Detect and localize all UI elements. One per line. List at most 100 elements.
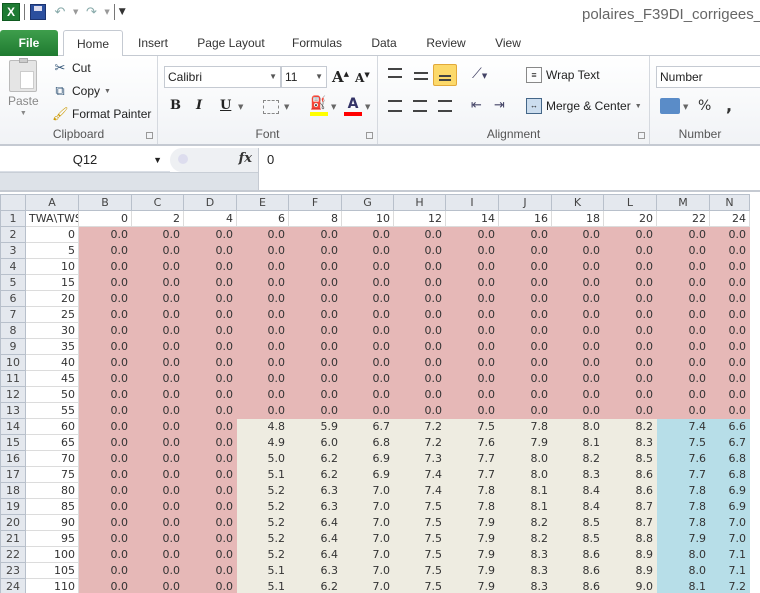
cell[interactable]: 8.5 <box>551 514 604 531</box>
cell[interactable]: 0.0 <box>393 274 446 291</box>
cell[interactable]: 7.9 <box>498 434 552 451</box>
cell[interactable]: 4.9 <box>236 434 289 451</box>
cell[interactable]: 5.2 <box>236 514 289 531</box>
cell[interactable]: 0.0 <box>183 338 237 355</box>
cell[interactable]: 0.0 <box>709 386 750 403</box>
cell[interactable]: 6 <box>236 210 289 227</box>
cell[interactable]: 14 <box>445 210 499 227</box>
cell[interactable]: 8.3 <box>498 562 552 579</box>
row-header[interactable]: 10 <box>0 354 26 371</box>
cell[interactable]: 4.8 <box>236 418 289 435</box>
cell[interactable]: 30 <box>25 322 79 339</box>
tab-view[interactable]: View <box>486 30 530 56</box>
cell[interactable]: 0.0 <box>131 562 184 579</box>
format-painter-button[interactable]: 🖌 Format Painter <box>52 106 151 122</box>
copy-button[interactable]: ⧉ Copy ▼ <box>52 83 111 99</box>
cell[interactable]: 0.0 <box>393 306 446 323</box>
cell[interactable]: 8.0 <box>656 562 710 579</box>
formula-input[interactable]: 0 <box>258 148 760 190</box>
cell[interactable]: 6.7 <box>709 434 750 451</box>
cell[interactable]: 0.0 <box>341 242 394 259</box>
cell[interactable]: 7.1 <box>709 562 750 579</box>
cell[interactable]: TWA\TWS <box>25 210 79 227</box>
cell[interactable]: 0.0 <box>288 226 342 243</box>
cell[interactable]: 0.0 <box>341 258 394 275</box>
percent-style-button[interactable]: % <box>698 98 711 114</box>
cell[interactable]: 0.0 <box>498 290 552 307</box>
column-header-c[interactable]: C <box>131 194 184 211</box>
cell[interactable]: 0.0 <box>603 338 657 355</box>
merge-center-button[interactable]: ↔ Merge & Center ▼ <box>526 98 642 114</box>
cell[interactable]: 0.0 <box>603 290 657 307</box>
cell[interactable]: 7.9 <box>445 562 499 579</box>
row-header[interactable]: 11 <box>0 370 26 387</box>
font-name-select[interactable]: Calibri ▼ <box>164 66 281 88</box>
cell[interactable]: 0.0 <box>131 306 184 323</box>
shrink-font-button[interactable]: A▼ <box>355 70 370 85</box>
cell[interactable]: 0.0 <box>78 386 132 403</box>
cell[interactable]: 0.0 <box>131 338 184 355</box>
cell[interactable]: 0.0 <box>709 338 750 355</box>
cell[interactable]: 8.6 <box>551 562 604 579</box>
cell[interactable]: 8.5 <box>603 450 657 467</box>
cell[interactable]: 0.0 <box>183 386 237 403</box>
tab-data[interactable]: Data <box>362 30 406 56</box>
cell[interactable]: 7.5 <box>393 578 446 593</box>
cell[interactable]: 0.0 <box>288 258 342 275</box>
bold-button[interactable]: B <box>170 98 181 113</box>
cell[interactable]: 0.0 <box>78 274 132 291</box>
cell[interactable]: 0.0 <box>78 338 132 355</box>
cell[interactable]: 8.0 <box>551 418 604 435</box>
font-color-button[interactable]: A <box>344 96 362 116</box>
cell[interactable]: 0.0 <box>445 402 499 419</box>
cell[interactable]: 8.5 <box>551 530 604 547</box>
cell[interactable]: 0.0 <box>236 306 289 323</box>
cell[interactable]: 0.0 <box>603 226 657 243</box>
cell[interactable]: 0.0 <box>183 482 237 499</box>
redo-dropdown-icon[interactable]: ▼ <box>104 8 109 16</box>
cell[interactable]: 0.0 <box>236 258 289 275</box>
cell[interactable]: 0.0 <box>131 386 184 403</box>
italic-button[interactable]: I <box>196 98 202 113</box>
cell[interactable]: 0.0 <box>656 354 710 371</box>
cell[interactable]: 6.4 <box>288 514 342 531</box>
cell[interactable]: 0.0 <box>498 370 552 387</box>
cell[interactable]: 70 <box>25 450 79 467</box>
cell[interactable]: 0.0 <box>498 258 552 275</box>
cell[interactable]: 0.0 <box>78 354 132 371</box>
cell[interactable]: 0.0 <box>551 242 604 259</box>
cell[interactable]: 0.0 <box>341 386 394 403</box>
grow-font-button[interactable]: A▲ <box>332 68 349 86</box>
expand-handle-icon[interactable] <box>178 154 188 164</box>
cell[interactable]: 6.4 <box>288 546 342 563</box>
cell[interactable]: 6.2 <box>288 450 342 467</box>
cell[interactable]: 0.0 <box>445 258 499 275</box>
cell[interactable]: 0.0 <box>78 498 132 515</box>
cell[interactable]: 0.0 <box>341 290 394 307</box>
cell[interactable]: 0.0 <box>183 306 237 323</box>
cell[interactable]: 6.3 <box>288 562 342 579</box>
cell[interactable]: 0.0 <box>78 562 132 579</box>
cell[interactable]: 0.0 <box>445 338 499 355</box>
wrap-text-button[interactable]: ≡ Wrap Text <box>526 67 600 83</box>
cell[interactable]: 0.0 <box>288 402 342 419</box>
cell[interactable]: 0.0 <box>131 514 184 531</box>
cell[interactable]: 0.0 <box>551 274 604 291</box>
cell[interactable]: 0.0 <box>131 482 184 499</box>
tab-home[interactable]: Home <box>63 30 123 57</box>
cell[interactable]: 7.0 <box>341 546 394 563</box>
cell[interactable]: 95 <box>25 530 79 547</box>
cell[interactable]: 0.0 <box>656 242 710 259</box>
cell[interactable]: 0.0 <box>183 370 237 387</box>
cell[interactable]: 0.0 <box>551 290 604 307</box>
column-header-m[interactable]: M <box>656 194 710 211</box>
cell[interactable]: 7.0 <box>341 482 394 499</box>
cell[interactable]: 0.0 <box>603 258 657 275</box>
column-header-f[interactable]: F <box>288 194 342 211</box>
cell[interactable]: 8.1 <box>656 578 710 593</box>
cell[interactable]: 75 <box>25 466 79 483</box>
merge-dropdown-icon[interactable]: ▼ <box>635 103 642 110</box>
cell[interactable]: 6.7 <box>341 418 394 435</box>
cell[interactable]: 0.0 <box>131 434 184 451</box>
cell[interactable]: 0.0 <box>236 226 289 243</box>
